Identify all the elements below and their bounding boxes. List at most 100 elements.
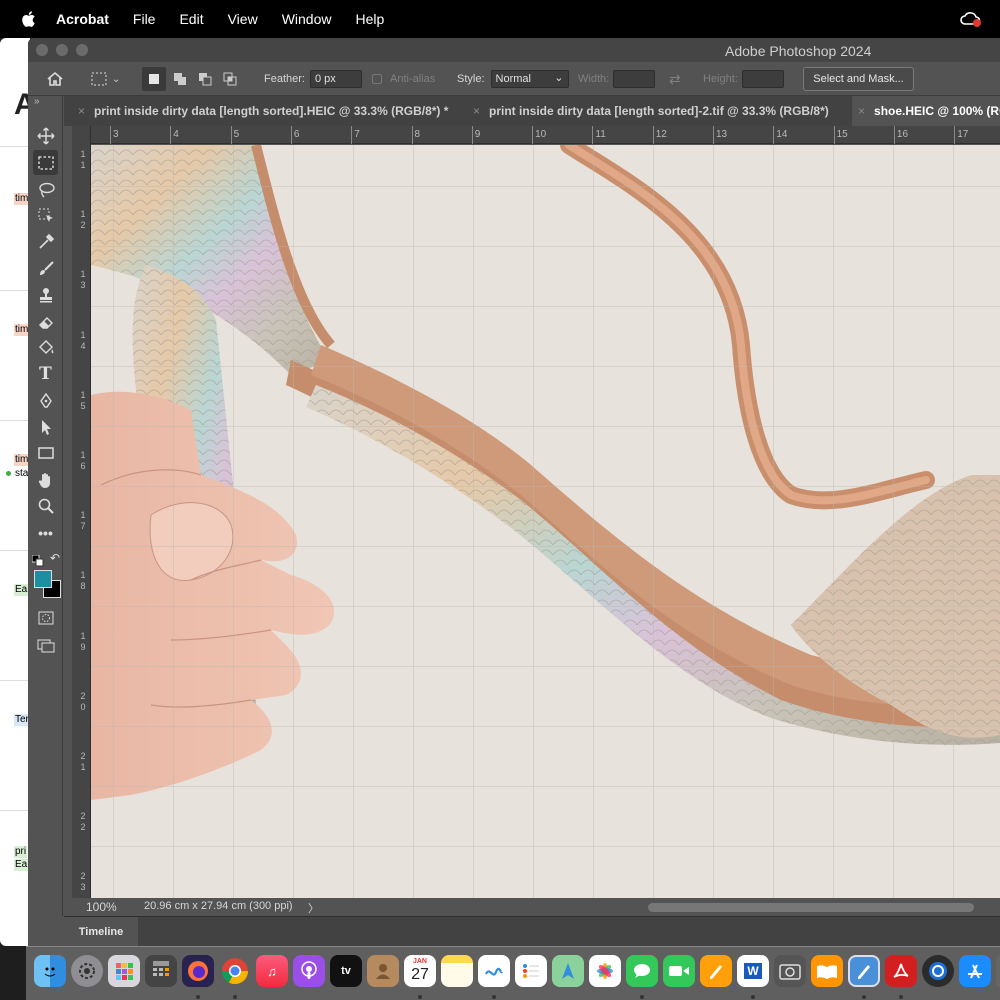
type-icon[interactable]: T bbox=[33, 361, 58, 386]
width-label: Width: bbox=[578, 73, 610, 85]
rectangular-marquee-icon[interactable] bbox=[33, 150, 58, 175]
music-icon[interactable]: ♫ bbox=[256, 955, 288, 987]
word-icon[interactable]: W bbox=[737, 955, 769, 987]
tab-document-3[interactable]: × shoe.HEIC @ 100% (RG bbox=[852, 96, 1000, 126]
menu-file[interactable]: File bbox=[133, 11, 156, 27]
messages-icon[interactable] bbox=[626, 955, 658, 987]
quick-mask-icon[interactable] bbox=[33, 605, 58, 630]
tab-document-2[interactable]: × print inside dirty data [length sorted]… bbox=[473, 96, 829, 126]
ruler-tick-label: 7 bbox=[354, 129, 360, 140]
document-size: 20.96 cm x 27.94 cm (300 ppi) bbox=[144, 900, 293, 912]
ruler-tick-label: 2 bbox=[80, 751, 86, 761]
eraser-icon[interactable] bbox=[33, 309, 58, 334]
podcasts-icon[interactable] bbox=[293, 955, 325, 987]
expand-panel-icon[interactable]: » bbox=[34, 96, 40, 107]
finder-icon[interactable] bbox=[34, 955, 66, 987]
document-canvas[interactable] bbox=[91, 145, 1000, 898]
trash-icon[interactable] bbox=[996, 955, 1000, 987]
pages-icon[interactable] bbox=[700, 955, 732, 987]
swap-dimensions-icon[interactable]: ⇄ bbox=[669, 71, 681, 88]
ruler-tick-label: 2 bbox=[80, 822, 86, 833]
ruler-tick-label: 1 bbox=[80, 450, 86, 460]
firefox-icon[interactable] bbox=[182, 955, 214, 987]
creative-cloud-icon[interactable] bbox=[960, 10, 982, 28]
move-icon[interactable] bbox=[33, 123, 58, 148]
status-info-arrow[interactable]: 〉 bbox=[308, 900, 319, 916]
home-icon[interactable] bbox=[46, 70, 64, 88]
menu-help[interactable]: Help bbox=[355, 11, 384, 27]
menu-view[interactable]: View bbox=[228, 11, 258, 27]
zoom-window-button[interactable] bbox=[76, 44, 88, 56]
screenshot-icon[interactable] bbox=[774, 955, 806, 987]
ruler-tick-label: 3 bbox=[80, 280, 86, 291]
select-and-mask-button[interactable]: Select and Mask... bbox=[803, 67, 914, 91]
horizontal-scrollbar[interactable] bbox=[648, 903, 974, 912]
app-store-icon[interactable] bbox=[959, 955, 991, 987]
menu-window[interactable]: Window bbox=[282, 11, 332, 27]
eyedropper-icon[interactable] bbox=[33, 229, 58, 254]
ruler-tick-label: 1 bbox=[80, 149, 86, 159]
menu-edit[interactable]: Edit bbox=[179, 11, 203, 27]
tab-document-1[interactable]: × print inside dirty data [length sorted]… bbox=[78, 96, 448, 126]
screen-mode-icon[interactable] bbox=[33, 632, 58, 657]
menu-app-name[interactable]: Acrobat bbox=[56, 11, 109, 27]
background-tag: Ea bbox=[14, 859, 29, 871]
launchpad-icon[interactable] bbox=[108, 955, 140, 987]
status-bar: 100% 20.96 cm x 27.94 cm (300 ppi) 〉 bbox=[64, 898, 1000, 916]
chevron-down-icon[interactable]: ⌄ bbox=[112, 74, 120, 85]
books-icon[interactable] bbox=[811, 955, 843, 987]
facetime-icon[interactable] bbox=[663, 955, 695, 987]
contacts-icon[interactable] bbox=[367, 955, 399, 987]
paint-bucket-icon[interactable] bbox=[33, 335, 58, 360]
swap-colors-icon[interactable]: ↶ bbox=[50, 551, 60, 565]
pen-icon[interactable] bbox=[33, 388, 58, 413]
ruler-tick-label: 2 bbox=[80, 811, 86, 822]
quicktime-icon[interactable] bbox=[922, 955, 954, 987]
antialias-checkbox[interactable] bbox=[372, 74, 382, 84]
width-input[interactable] bbox=[613, 70, 656, 88]
acrobat-icon[interactable] bbox=[885, 955, 917, 987]
close-tab-icon[interactable]: × bbox=[78, 104, 85, 118]
clone-stamp-icon[interactable] bbox=[33, 282, 58, 307]
apple-icon[interactable] bbox=[20, 10, 38, 28]
marquee-preset-icon[interactable] bbox=[90, 70, 108, 88]
brush-icon[interactable] bbox=[33, 256, 58, 281]
zoom-icon[interactable] bbox=[33, 493, 58, 518]
more-tools-icon[interactable]: ••• bbox=[33, 520, 58, 545]
path-selection-icon[interactable] bbox=[33, 414, 58, 439]
close-tab-icon[interactable]: × bbox=[858, 104, 865, 118]
style-select-value: Normal bbox=[495, 73, 531, 85]
system-settings-icon[interactable] bbox=[71, 955, 103, 987]
style-select[interactable]: Normal ⌄ bbox=[490, 70, 569, 88]
document-tabs: × print inside dirty data [length sorted]… bbox=[64, 96, 1000, 126]
subtract-from-selection-icon[interactable] bbox=[196, 70, 214, 88]
foreground-color-swatch[interactable] bbox=[34, 570, 52, 588]
add-to-selection-icon[interactable] bbox=[171, 70, 189, 88]
lasso-icon[interactable] bbox=[33, 177, 58, 202]
object-selection-icon[interactable] bbox=[33, 203, 58, 228]
calculator-icon[interactable] bbox=[145, 955, 177, 987]
hand-icon[interactable] bbox=[33, 467, 58, 492]
photos-icon[interactable] bbox=[589, 955, 621, 987]
close-window-button[interactable] bbox=[36, 44, 48, 56]
preview-icon[interactable] bbox=[848, 955, 880, 987]
calendar-icon[interactable]: JAN 27 bbox=[404, 955, 436, 987]
maps-icon[interactable] bbox=[552, 955, 584, 987]
rectangle-icon[interactable] bbox=[33, 440, 58, 465]
ruler-tick-label: 1 bbox=[80, 570, 86, 581]
ruler-tick-label: 2 bbox=[80, 690, 86, 701]
new-selection-icon[interactable] bbox=[142, 67, 166, 91]
minimize-window-button[interactable] bbox=[56, 44, 68, 56]
feather-input[interactable]: 0 px bbox=[309, 70, 362, 88]
close-tab-icon[interactable]: × bbox=[473, 104, 480, 118]
chrome-icon[interactable] bbox=[219, 955, 251, 987]
tv-icon[interactable]: tv bbox=[330, 955, 362, 987]
tab-timeline[interactable]: Timeline bbox=[64, 917, 138, 946]
notes-icon[interactable] bbox=[441, 955, 473, 987]
freeform-icon[interactable] bbox=[478, 955, 510, 987]
intersect-selection-icon[interactable] bbox=[221, 70, 239, 88]
calendar-month: JAN bbox=[412, 958, 427, 965]
reminders-icon[interactable] bbox=[515, 955, 547, 987]
zoom-level[interactable]: 100% bbox=[86, 900, 117, 914]
height-input[interactable] bbox=[741, 70, 784, 88]
